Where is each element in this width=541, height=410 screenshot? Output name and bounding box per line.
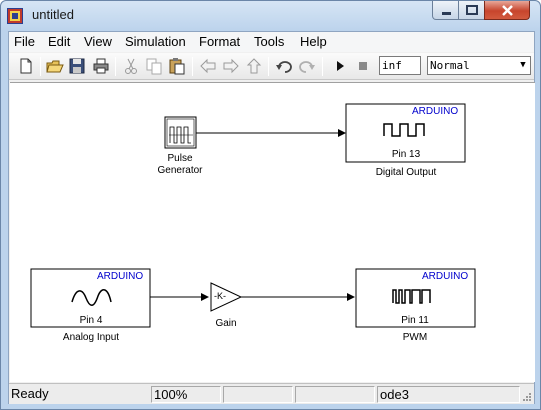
zoom-level: 100% bbox=[151, 386, 221, 403]
stop-time-input[interactable]: inf bbox=[379, 56, 421, 75]
resize-grip-icon[interactable] bbox=[522, 392, 532, 402]
menu-file[interactable]: File bbox=[14, 34, 35, 49]
redo-icon[interactable] bbox=[298, 57, 316, 75]
digital-output-name: Digital Output bbox=[375, 167, 437, 178]
status-cell-empty bbox=[295, 386, 375, 403]
pulse-generator-label-line1: Pulse bbox=[167, 153, 193, 164]
chevron-down-icon[interactable]: ▼ bbox=[516, 57, 530, 74]
pulse-generator-label-line2: Generator bbox=[157, 165, 203, 176]
gain-glyph: -K- bbox=[214, 291, 226, 301]
maximize-icon bbox=[466, 5, 478, 15]
forward-icon[interactable] bbox=[222, 57, 240, 75]
simulink-model-window: untitled File Edit View Simulation Forma… bbox=[0, 0, 541, 410]
analog-input-tag: ARDUINO bbox=[97, 271, 144, 282]
toolbar: inf Normal ▼ bbox=[9, 53, 534, 80]
menu-tools[interactable]: Tools bbox=[254, 34, 284, 49]
title-bar[interactable]: untitled bbox=[1, 1, 540, 31]
digital-output-pin: Pin 13 bbox=[391, 149, 421, 160]
up-icon[interactable] bbox=[245, 57, 263, 75]
menu-edit[interactable]: Edit bbox=[48, 34, 70, 49]
pulse-generator-block[interactable] bbox=[164, 116, 197, 149]
open-icon[interactable] bbox=[46, 57, 64, 75]
toolbar-separator bbox=[192, 57, 193, 76]
menu-view[interactable]: View bbox=[84, 34, 112, 49]
paste-icon[interactable] bbox=[168, 57, 186, 75]
print-icon[interactable] bbox=[92, 57, 110, 75]
start-simulation-icon[interactable] bbox=[331, 57, 349, 75]
cut-icon[interactable] bbox=[122, 57, 140, 75]
analog-input-name: Analog Input bbox=[62, 332, 120, 343]
digital-output-tag: ARDUINO bbox=[412, 106, 459, 117]
solver-name: ode3 bbox=[377, 386, 520, 403]
menu-simulation[interactable]: Simulation bbox=[125, 34, 186, 49]
toolbar-separator bbox=[268, 57, 269, 76]
window-title: untitled bbox=[32, 7, 74, 22]
status-cell-empty bbox=[223, 386, 293, 403]
copy-icon[interactable] bbox=[145, 57, 163, 75]
analog-input-pin: Pin 4 bbox=[79, 315, 103, 326]
toolbar-separator bbox=[40, 57, 41, 76]
close-button[interactable] bbox=[484, 1, 530, 20]
simulation-mode-value: Normal bbox=[430, 59, 470, 72]
pulse-generator-label: Pulse Generator bbox=[156, 153, 204, 177]
undo-icon[interactable] bbox=[275, 57, 293, 75]
toolbar-separator bbox=[322, 57, 323, 76]
pwm-name: PWM bbox=[402, 332, 428, 343]
menu-format[interactable]: Format bbox=[199, 34, 240, 49]
stop-simulation-icon[interactable] bbox=[354, 57, 372, 75]
close-icon bbox=[502, 5, 513, 16]
menu-help[interactable]: Help bbox=[300, 34, 327, 49]
back-icon[interactable] bbox=[199, 57, 217, 75]
new-model-icon[interactable] bbox=[17, 57, 35, 75]
pwm-tag: ARDUINO bbox=[422, 271, 469, 282]
model-canvas[interactable]: Pulse Generator ARDUINO Pin 13 Digital O… bbox=[10, 82, 535, 382]
maximize-button[interactable] bbox=[458, 1, 485, 20]
status-bar: Ready 100% ode3 bbox=[9, 383, 534, 404]
status-text: Ready bbox=[11, 386, 49, 401]
simulink-app-icon bbox=[7, 8, 23, 24]
toolbar-separator bbox=[115, 57, 116, 76]
minimize-icon bbox=[442, 12, 451, 15]
save-icon[interactable] bbox=[68, 57, 86, 75]
minimize-button[interactable] bbox=[432, 1, 459, 20]
gain-name: Gain bbox=[215, 318, 237, 329]
pwm-pin: Pin 11 bbox=[401, 315, 429, 326]
simulation-mode-select[interactable]: Normal ▼ bbox=[427, 56, 531, 75]
menu-bar: File Edit View Simulation Format Tools H… bbox=[9, 32, 534, 52]
model-editor: File Edit View Simulation Format Tools H… bbox=[8, 31, 535, 404]
